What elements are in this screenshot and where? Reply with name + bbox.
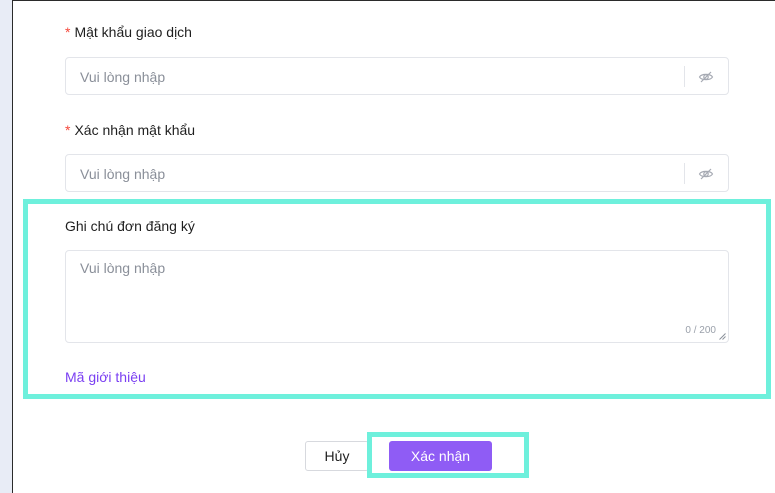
password-input[interactable]: Vui lòng nhập xyxy=(65,57,729,95)
input-divider xyxy=(684,163,685,184)
eye-off-icon[interactable] xyxy=(698,69,714,85)
confirm-password-label: * Xác nhận mật khẩu xyxy=(65,122,196,138)
cancel-button[interactable]: Hủy xyxy=(305,441,369,471)
input-divider xyxy=(684,66,685,87)
password-placeholder: Vui lòng nhập xyxy=(80,69,166,85)
eye-off-icon[interactable] xyxy=(698,166,714,182)
highlight-note-section xyxy=(23,199,771,399)
highlight-confirm-button xyxy=(367,432,529,478)
confirm-password-placeholder: Vui lòng nhập xyxy=(80,166,166,182)
required-mark: * xyxy=(65,24,71,40)
password-label: * Mật khẩu giao dịch xyxy=(65,24,192,40)
confirm-password-input[interactable]: Vui lòng nhập xyxy=(65,154,729,192)
required-mark: * xyxy=(65,122,71,138)
